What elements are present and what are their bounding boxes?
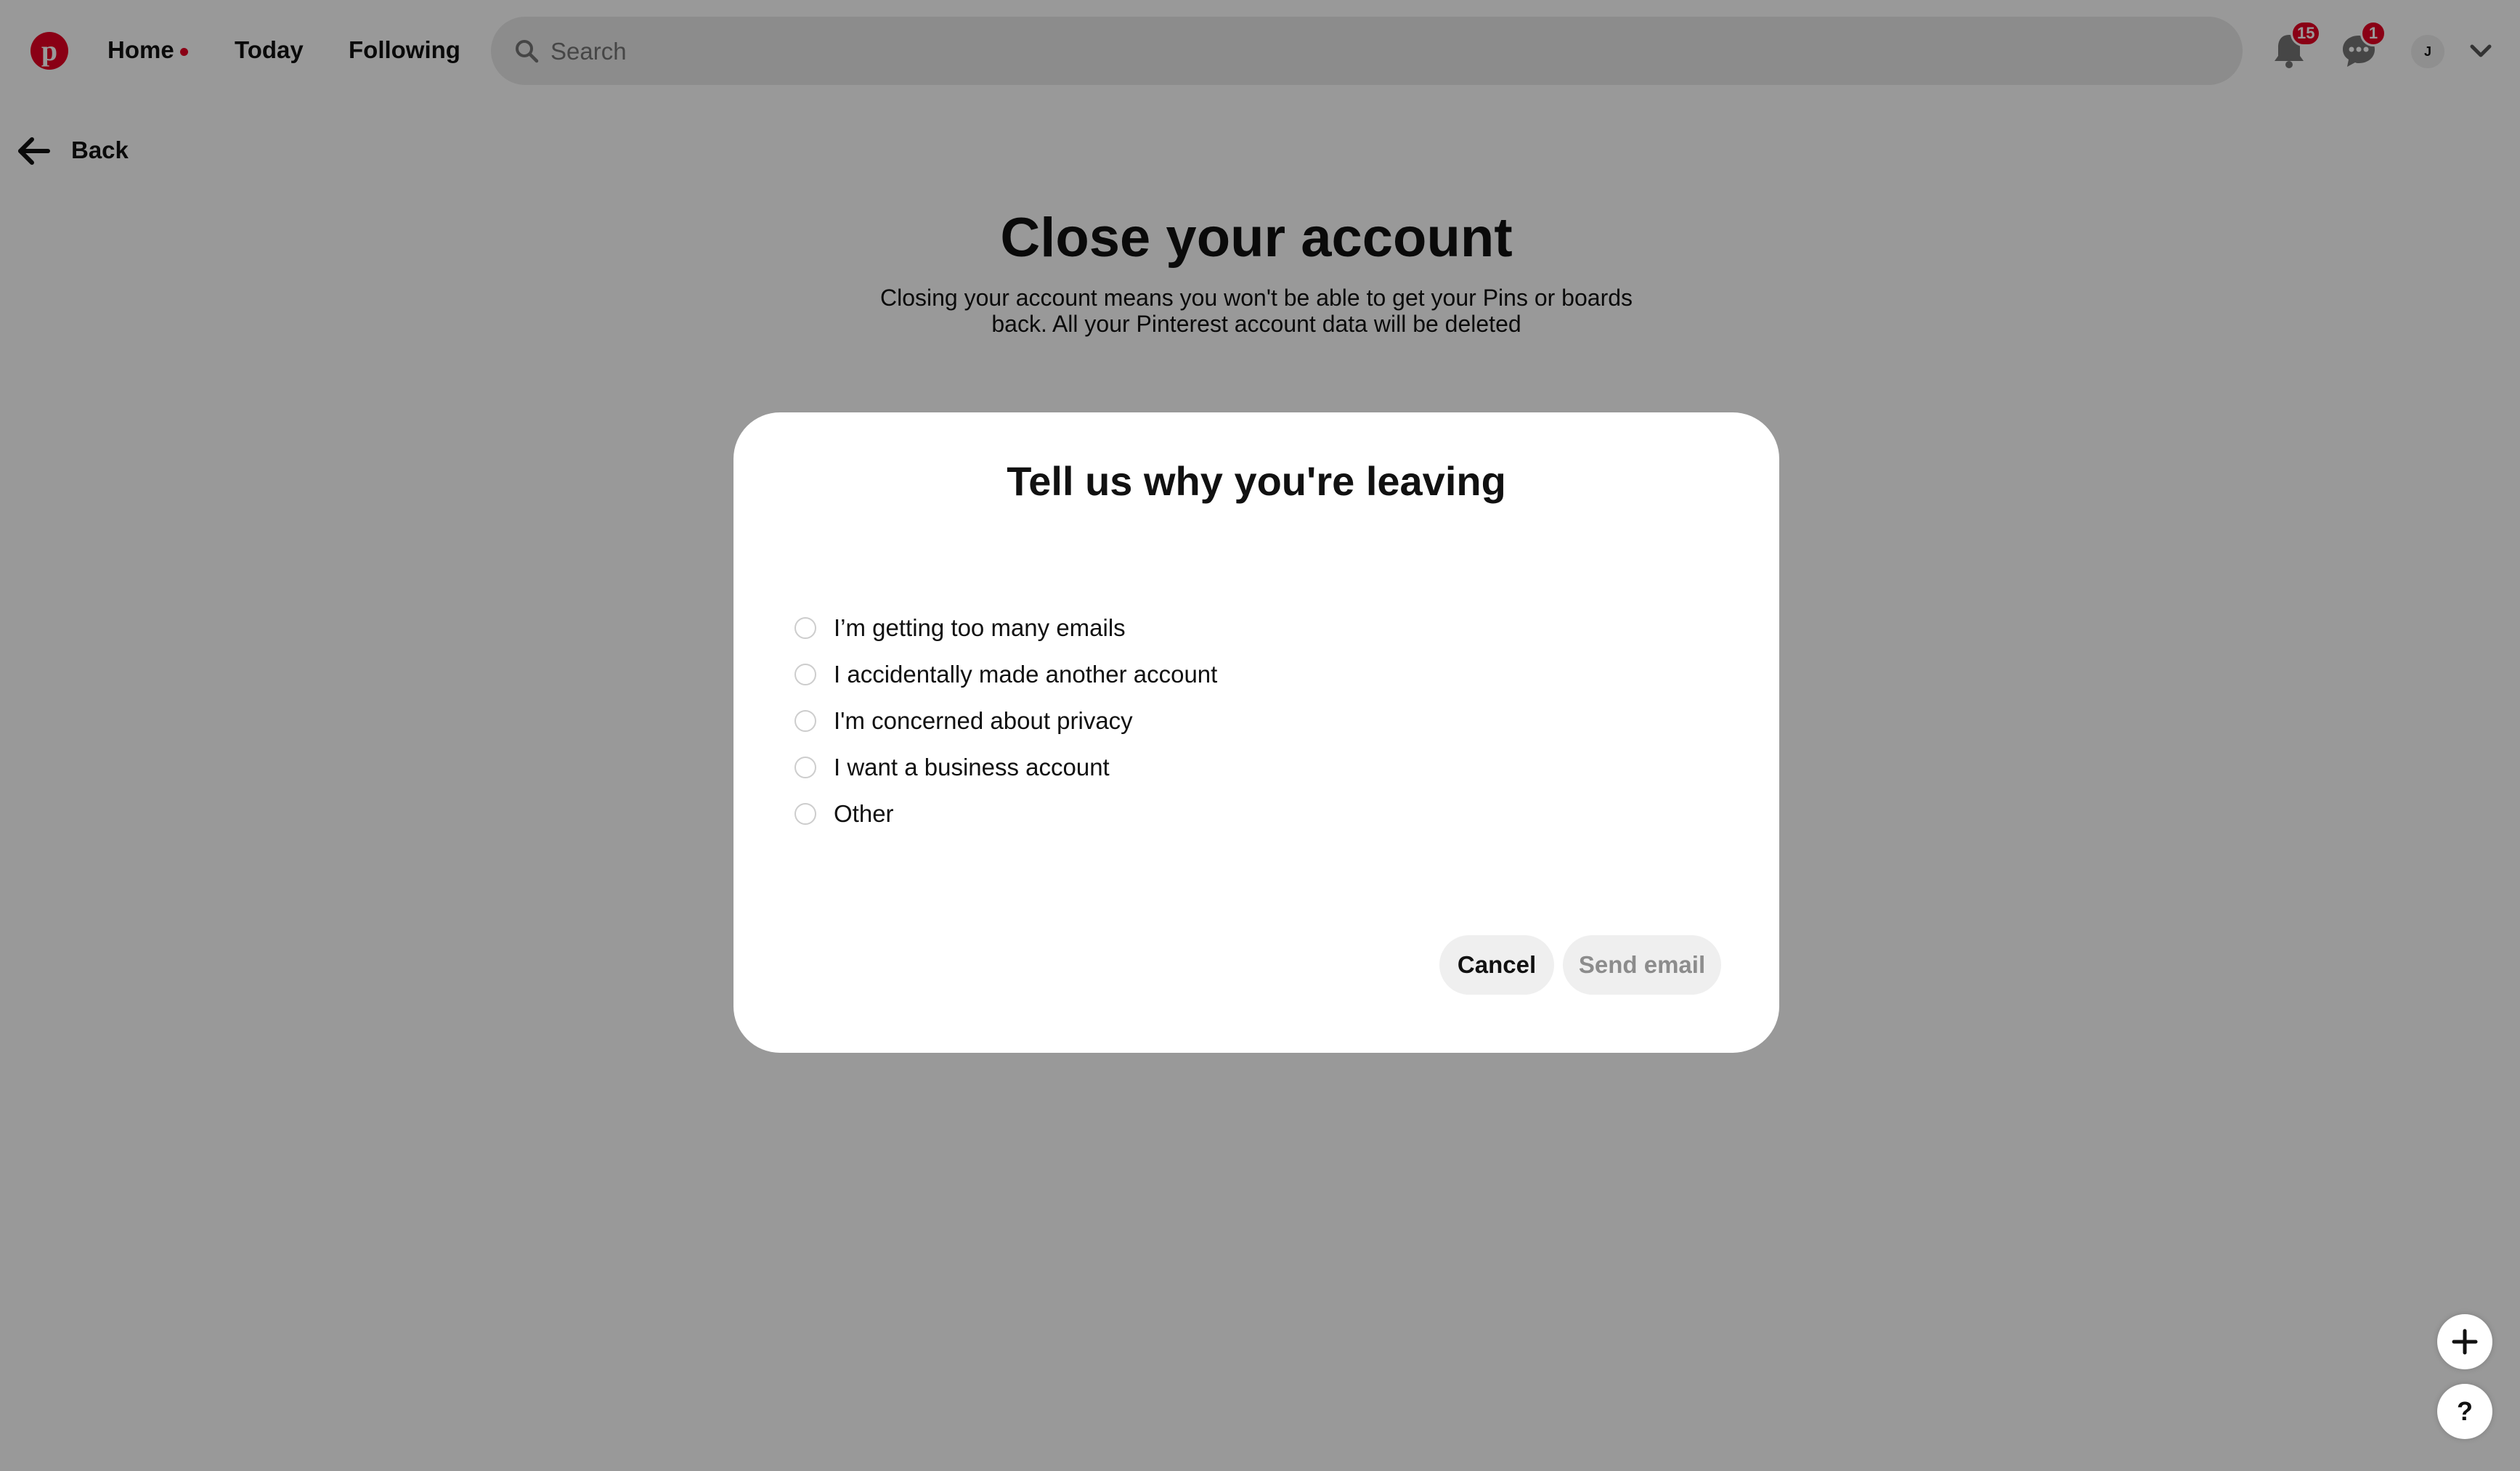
option-label: I'm concerned about privacy	[834, 707, 1133, 734]
dialog-title: Tell us why you're leaving	[1007, 458, 1506, 504]
send-email-button[interactable]: Send email	[1563, 935, 1721, 995]
option-label: I’m getting too many emails	[834, 614, 1126, 641]
radio-button[interactable]	[794, 710, 816, 732]
radio-button[interactable]	[794, 803, 816, 825]
plus-icon	[2452, 1329, 2478, 1355]
radio-button[interactable]	[794, 757, 816, 778]
help-icon: ?	[2457, 1396, 2473, 1426]
cancel-button[interactable]: Cancel	[1439, 935, 1554, 995]
create-button[interactable]	[2437, 1314, 2492, 1369]
radio-button[interactable]	[794, 617, 816, 639]
leave-reason-dialog: Tell us why you're leaving I’m getting t…	[733, 412, 1779, 1053]
help-button[interactable]: ?	[2437, 1384, 2492, 1439]
option-label: I accidentally made another account	[834, 661, 1218, 688]
radio-button[interactable]	[794, 664, 816, 685]
option-label: Other	[834, 800, 894, 827]
option-label: I want a business account	[834, 754, 1110, 781]
